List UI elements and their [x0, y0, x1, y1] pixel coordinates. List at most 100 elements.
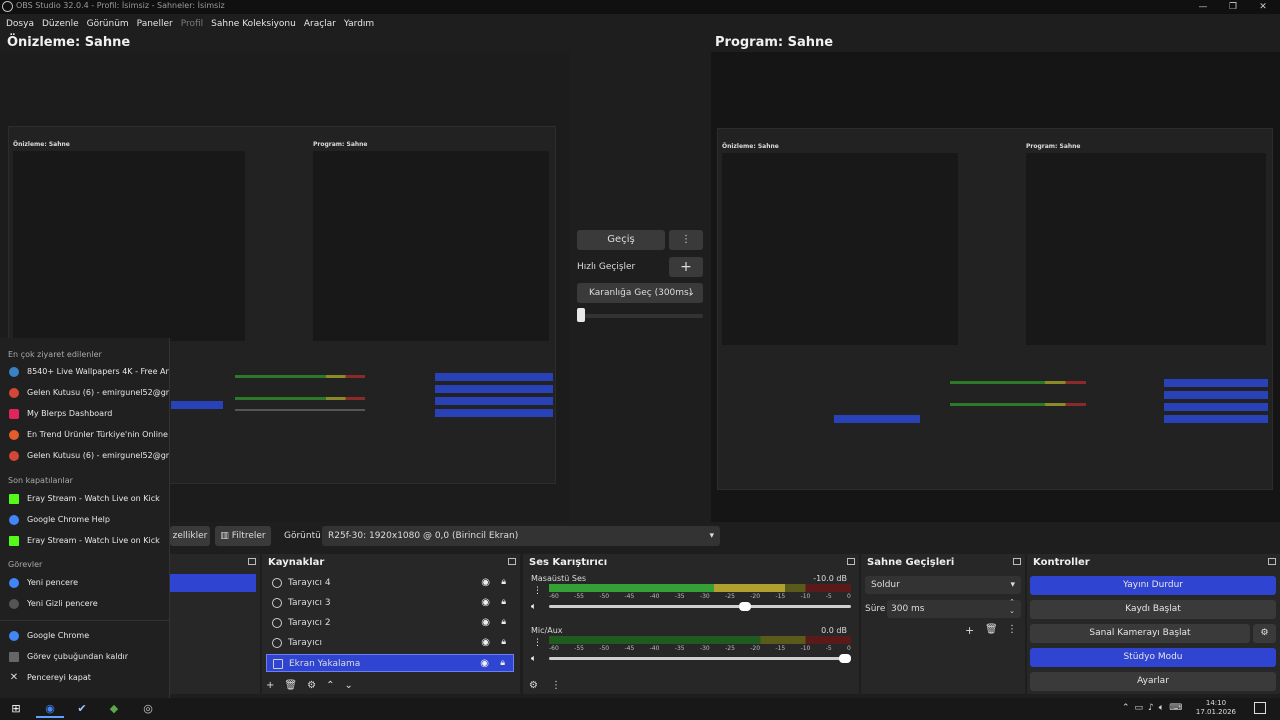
- float-dock-icon[interactable]: [1013, 558, 1021, 565]
- kebab-menu-icon[interactable]: ⋮: [1007, 624, 1017, 635]
- duration-spinbox[interactable]: 300 ms ⌃ ⌄: [887, 598, 1021, 618]
- tick-label: -25: [725, 645, 735, 652]
- mixer-gear-icon[interactable]: ⚙: [529, 680, 538, 691]
- lock-icon[interactable]: 🔒︎: [500, 658, 505, 668]
- clock[interactable]: 14:10 17.01.2026: [1196, 699, 1236, 717]
- scene-item-selected[interactable]: [170, 574, 256, 592]
- source-item[interactable]: Tarayıcı ◉ 🔒︎: [266, 634, 514, 652]
- quick-transition-select[interactable]: Karanlığa Geç (300ms) ⌄: [577, 283, 703, 303]
- menu-edit[interactable]: Düzenle: [38, 16, 83, 32]
- channel-name: Mic/Aux: [531, 626, 563, 635]
- jump-list-item[interactable]: Google Chrome: [0, 626, 170, 646]
- eye-icon[interactable]: ◉: [481, 597, 490, 608]
- menu-tools[interactable]: Araçlar: [300, 16, 340, 32]
- incognito-icon: [9, 599, 19, 609]
- trash-icon[interactable]: 🗑: [985, 624, 998, 635]
- add-transition-icon[interactable]: +: [965, 624, 974, 637]
- lock-icon[interactable]: 🔒︎: [501, 577, 506, 587]
- minecraft-icon[interactable]: ◆: [100, 700, 128, 718]
- close-button[interactable]: ✕: [1248, 0, 1278, 14]
- maximize-button[interactable]: ❐: [1218, 0, 1248, 14]
- move-down-icon[interactable]: ⌄: [344, 680, 352, 691]
- volume-handle[interactable]: [838, 654, 851, 663]
- start-recording-button[interactable]: Kaydı Başlat: [1030, 600, 1276, 619]
- jump-list-item[interactable]: Eray Stream - Watch Live on Kick: [0, 531, 170, 551]
- mixer-menu-icon[interactable]: ⋮: [551, 680, 561, 691]
- jump-list-item[interactable]: Yeni pencere: [0, 573, 170, 593]
- speaker-icon[interactable]: 🔈︎: [531, 602, 536, 612]
- jump-list-item[interactable]: Gelen Kutusu (6) - emirgunel52@gmai...: [0, 446, 170, 466]
- jump-list-item[interactable]: ✕ Pencereyi kapat: [0, 668, 170, 688]
- jump-list-item[interactable]: En Trend Ürünler Türkiye'nin Online Alı.…: [0, 425, 170, 445]
- jump-list-item[interactable]: Gelen Kutusu (6) - emirgunel52@gmai...: [0, 383, 170, 403]
- notification-icon[interactable]: [1254, 702, 1266, 714]
- transition-type-select[interactable]: Soldur ▾: [865, 576, 1021, 594]
- windows-start-icon[interactable]: ⊞: [2, 700, 30, 718]
- lock-icon[interactable]: 🔒︎: [501, 597, 506, 607]
- tick-label: -5: [825, 645, 832, 652]
- jump-list-item[interactable]: Görev çubuğundan kaldır: [0, 647, 170, 667]
- channel-name: Masaüstü Ses: [531, 574, 587, 583]
- quick-transition-value: Karanlığa Geç (300ms): [589, 288, 693, 298]
- move-up-icon[interactable]: ⌃: [326, 680, 334, 691]
- chrome-icon[interactable]: ◉: [36, 700, 64, 718]
- properties-button[interactable]: zellikler: [170, 526, 210, 546]
- transition-more-button[interactable]: ⋮: [669, 230, 703, 250]
- system-tray-icons[interactable]: ⌃▭♪🔈︎⌨: [1122, 703, 1187, 713]
- menu-profile[interactable]: Profil: [177, 16, 207, 32]
- add-source-icon[interactable]: +: [266, 680, 274, 691]
- display-select[interactable]: R25f-30: 1920x1080 @ 0,0 (Birincil Ekran…: [322, 526, 720, 546]
- steam-icon[interactable]: ✔: [68, 700, 96, 718]
- jump-list-item[interactable]: Yeni Gizli pencere: [0, 594, 170, 614]
- menu-docks[interactable]: Paneller: [133, 16, 177, 32]
- scene-transitions-dock: Sahne Geçişleri Soldur ▾ Süre 300 ms ⌃ ⌄ …: [861, 554, 1025, 694]
- kebab-menu-icon[interactable]: ⋮: [533, 586, 542, 596]
- eye-icon[interactable]: ◉: [480, 658, 489, 669]
- lock-icon[interactable]: 🔒︎: [501, 637, 506, 647]
- menu-help[interactable]: Yardım: [340, 16, 378, 32]
- volume-slider[interactable]: [549, 602, 851, 611]
- kebab-menu-icon[interactable]: ⋮: [533, 638, 542, 648]
- tick-label: -50: [599, 645, 610, 652]
- menu-file[interactable]: Dosya: [2, 16, 38, 32]
- jump-list-item[interactable]: Eray Stream - Watch Live on Kick: [0, 489, 170, 509]
- trash-icon[interactable]: 🗑: [284, 680, 297, 691]
- eye-icon[interactable]: ◉: [481, 577, 490, 588]
- source-item[interactable]: Tarayıcı 4 ◉ 🔒︎: [266, 574, 514, 592]
- source-item[interactable]: Tarayıcı 2 ◉ 🔒︎: [266, 614, 514, 632]
- lock-icon[interactable]: 🔒︎: [501, 617, 506, 627]
- studio-mode-button[interactable]: Stüdyo Modu: [1030, 648, 1276, 667]
- float-dock-icon[interactable]: [508, 558, 516, 565]
- tbar-track[interactable]: [577, 314, 703, 318]
- volume-slider[interactable]: [549, 654, 851, 663]
- jump-list-item[interactable]: Google Chrome Help: [0, 510, 170, 530]
- volume-handle[interactable]: [739, 602, 752, 611]
- stop-streaming-button[interactable]: Yayını Durdur: [1030, 576, 1276, 595]
- add-quick-transition-button[interactable]: +: [669, 257, 703, 277]
- menu-scene-collection[interactable]: Sahne Koleksiyonu: [207, 16, 300, 32]
- obs-icon[interactable]: ◎: [134, 700, 162, 718]
- menu-view[interactable]: Görünüm: [83, 16, 133, 32]
- float-dock-icon[interactable]: [1268, 558, 1276, 565]
- jump-list-item[interactable]: My Blerps Dashboard: [0, 404, 170, 424]
- tick-label: 0: [847, 593, 851, 600]
- settings-button[interactable]: Ayarlar: [1030, 672, 1276, 691]
- tbar-handle[interactable]: [577, 308, 585, 322]
- filters-button[interactable]: ▥ Filtreler: [215, 526, 271, 546]
- recent-header: Son kapatılanlar: [8, 476, 73, 485]
- float-dock-icon[interactable]: [847, 558, 855, 565]
- jump-list-item[interactable]: 8540+ Live Wallpapers 4K - Free Anim...: [0, 362, 170, 382]
- eye-icon[interactable]: ◉: [481, 617, 490, 628]
- kick-icon: [9, 494, 19, 504]
- spin-arrows-icon[interactable]: ⌃ ⌄: [1009, 598, 1015, 616]
- eye-icon[interactable]: ◉: [481, 637, 490, 648]
- transition-button[interactable]: Geçiş: [577, 230, 665, 250]
- minimize-button[interactable]: —: [1188, 0, 1218, 14]
- speaker-icon[interactable]: 🔈︎: [531, 654, 536, 664]
- source-item[interactable]: Tarayıcı 3 ◉ 🔒︎: [266, 594, 514, 612]
- source-item-selected[interactable]: Ekran Yakalama ◉ 🔒︎: [266, 654, 514, 672]
- start-virtual-camera-button[interactable]: Sanal Kamerayı Başlat: [1030, 624, 1250, 643]
- float-dock-icon[interactable]: [248, 558, 256, 565]
- gear-icon[interactable]: ⚙: [307, 680, 316, 691]
- gear-icon[interactable]: ⚙: [1253, 624, 1276, 643]
